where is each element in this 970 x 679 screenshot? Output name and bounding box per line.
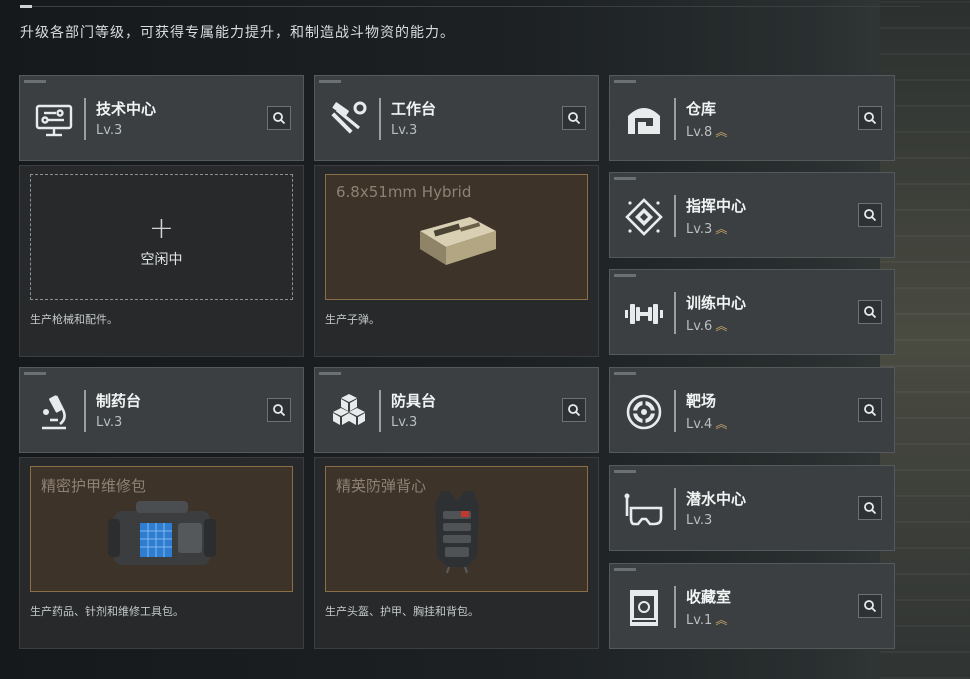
target-icon [622, 390, 666, 434]
department-level: Lv.3 [96, 123, 123, 138]
production-slot[interactable]: 精英防弹背心 [325, 466, 588, 592]
department-name: 潜水中心 [686, 490, 747, 508]
production-slot-idle[interactable]: + 空闲中 [30, 174, 293, 300]
upgrade-arrow-icon: ︽ [715, 319, 728, 333]
department-name: 训练中心 [686, 294, 747, 312]
department-header[interactable]: 制药台 Lv.3 [19, 367, 304, 453]
department-description: 生产头盔、护甲、胸挂和背包。 [325, 605, 479, 618]
department-name: 收藏室 [686, 588, 732, 606]
department-panel-collection-room[interactable]: 收藏室 Lv.1 ︽ [609, 563, 895, 649]
dumbbell-icon [622, 292, 666, 336]
search-button[interactable] [858, 594, 882, 618]
warehouse-icon [622, 98, 666, 142]
department-panel-workbench: 工作台 Lv.3 6.8x51mm Hybrid 生产子弹。 [314, 75, 599, 357]
department-level: Lv.3 [686, 513, 713, 528]
armor-vest-image [427, 487, 487, 579]
cubes-icon [327, 390, 371, 434]
search-icon [864, 502, 877, 515]
production-area: 6.8x51mm Hybrid 生产子弹。 [314, 165, 599, 357]
idle-status: 空闲中 [140, 252, 183, 268]
department-name: 防具台 [391, 392, 437, 410]
department-level: Lv.4 ︽ [686, 417, 728, 432]
page-subtitle: 升级各部门等级，可获得专属能力提升，和制造战斗物资的能力。 [20, 25, 455, 41]
search-icon [568, 112, 581, 125]
command-diamond-icon [622, 195, 666, 239]
department-panel-tech-center: 技术中心 Lv.3 + 空闲中 生产枪械和配件。 [19, 75, 304, 357]
department-level: Lv.8 ︽ [686, 125, 728, 140]
department-name: 指挥中心 [686, 197, 747, 215]
hammer-wrench-icon [327, 98, 371, 142]
department-level: Lv.3 [96, 415, 123, 430]
monitor-icon [32, 98, 76, 142]
search-icon [273, 404, 286, 417]
production-slot[interactable]: 6.8x51mm Hybrid [325, 174, 588, 300]
upgrade-arrow-icon: ︽ [715, 222, 728, 236]
microscope-icon [32, 390, 76, 434]
department-panel-diving-center[interactable]: 潜水中心 Lv.3 [609, 465, 895, 551]
search-button[interactable] [858, 300, 882, 324]
search-icon [864, 209, 877, 222]
search-icon [864, 404, 877, 417]
department-name: 靶场 [686, 392, 717, 410]
department-panel-pharmacy: 制药台 Lv.3 精密护甲维修包 生产药品、针剂和维修工具包。 [19, 367, 304, 649]
search-button[interactable] [858, 398, 882, 422]
search-button[interactable] [267, 106, 291, 130]
product-name: 精英防弹背心 [336, 477, 427, 495]
department-name: 技术中心 [96, 100, 157, 118]
department-name: 工作台 [391, 100, 437, 118]
department-level: Lv.3 ︽ [686, 222, 728, 237]
repair-kit-image [106, 493, 218, 575]
production-area: 精英防弹背心 生产头盔、护甲、胸挂和背包。 [314, 457, 599, 649]
ammo-box-image [412, 209, 502, 275]
department-level: Lv.3 [391, 415, 418, 430]
department-panel-command-center[interactable]: 指挥中心 Lv.3 ︽ [609, 172, 895, 258]
department-panel-armor-bench: 防具台 Lv.3 精英防弹背心 生产头盔、护甲、胸挂和背包。 [314, 367, 599, 649]
search-icon [864, 600, 877, 613]
search-icon [864, 112, 877, 125]
search-button[interactable] [858, 106, 882, 130]
department-level: Lv.3 [391, 123, 418, 138]
production-area: 精密护甲维修包 生产药品、针剂和维修工具包。 [19, 457, 304, 649]
production-slot[interactable]: 精密护甲维修包 [30, 466, 293, 592]
department-description: 生产药品、针剂和维修工具包。 [30, 605, 184, 618]
upgrade-arrow-icon: ︽ [715, 613, 728, 627]
department-level: Lv.6 ︽ [686, 319, 728, 334]
search-icon [273, 112, 286, 125]
collection-cabinet-icon [622, 586, 666, 630]
production-area: + 空闲中 生产枪械和配件。 [19, 165, 304, 357]
department-header[interactable]: 工作台 Lv.3 [314, 75, 599, 161]
product-name: 6.8x51mm Hybrid [336, 183, 472, 201]
department-level: Lv.1 ︽ [686, 613, 728, 628]
search-button[interactable] [858, 496, 882, 520]
department-description: 生产枪械和配件。 [30, 313, 118, 326]
department-panel-warehouse[interactable]: 仓库 Lv.8 ︽ [609, 75, 895, 161]
search-button[interactable] [267, 398, 291, 422]
department-name: 仓库 [686, 100, 717, 118]
department-header[interactable]: 技术中心 Lv.3 [19, 75, 304, 161]
search-button[interactable] [562, 106, 586, 130]
department-panel-training-center[interactable]: 训练中心 Lv.6 ︽ [609, 269, 895, 355]
department-header[interactable]: 防具台 Lv.3 [314, 367, 599, 453]
search-icon [864, 306, 877, 319]
department-name: 制药台 [96, 392, 142, 410]
top-divider [20, 5, 920, 8]
search-button[interactable] [562, 398, 586, 422]
add-icon: + [148, 211, 175, 246]
upgrade-arrow-icon: ︽ [715, 125, 728, 139]
search-button[interactable] [858, 203, 882, 227]
department-description: 生产子弹。 [325, 313, 380, 326]
upgrade-arrow-icon: ︽ [715, 417, 728, 431]
department-panel-shooting-range[interactable]: 靶场 Lv.4 ︽ [609, 367, 895, 453]
diving-mask-icon [622, 488, 666, 532]
search-icon [568, 404, 581, 417]
